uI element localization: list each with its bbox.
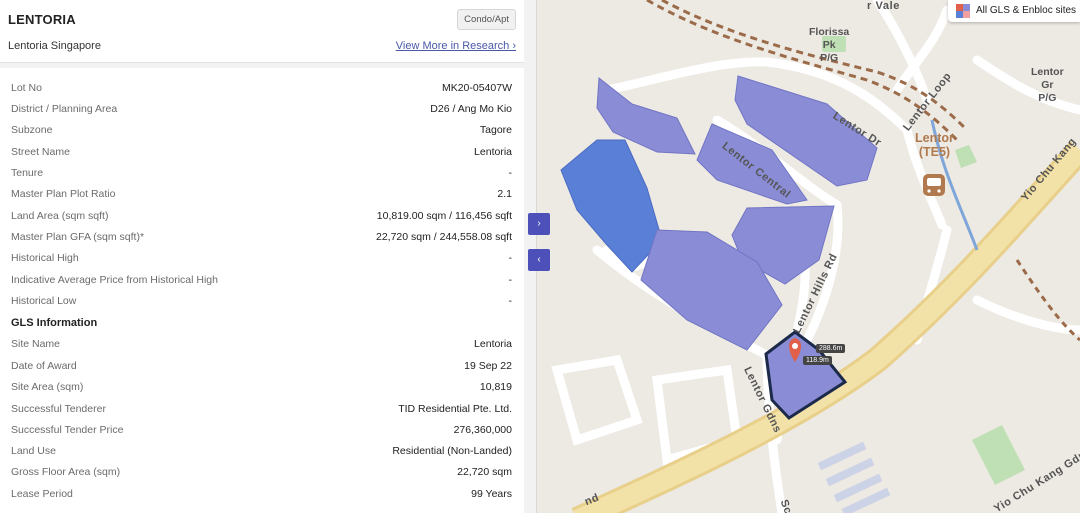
collapse-panel-button[interactable]: ‹ [528,249,550,271]
project-header: LENTORIA Lentoria Singapore Condo/Apt Vi… [0,0,524,63]
gls-value: 99 Years [471,488,512,500]
detail-label: Historical High [11,252,79,264]
detail-label: Indicative Average Price from Historical… [11,274,218,286]
detail-label: Subzone [11,124,53,136]
gls-label: Successful Tenderer [11,403,106,415]
gls-row: Date of Award 19 Sep 22 [0,356,524,377]
detail-row: Historical High - [0,248,524,269]
place-label-florissa: Florissa Pk P/G [809,26,849,65]
place-line: Pk [822,39,836,51]
gls-label: Successful Tender Price [11,424,124,436]
detail-row: Master Plan Plot Ratio 2.1 [0,184,524,205]
detail-row: District / Planning Area D26 / Ang Mo Ki… [0,99,524,120]
detail-value: Lentoria [474,146,512,158]
gls-value: Lentoria [474,338,512,350]
gls-row: Land Use Residential (Non-Landed) [0,441,524,462]
gls-row: Site Area (sqm) 10,819 [0,377,524,398]
gls-value: 276,360,000 [453,424,512,436]
gls-value: 19 Sep 22 [464,360,512,372]
detail-value: - [508,167,513,179]
detail-label: Master Plan Plot Ratio [11,188,116,200]
detail-value: Tagore [479,124,512,136]
details-panel: LENTORIA Lentoria Singapore Condo/Apt Vi… [0,0,537,513]
detail-label: Land Area (sqm sqft) [11,210,109,222]
gls-row: Site Name Lentoria [0,334,524,355]
project-title: LENTORIA [8,12,76,27]
gls-toggle-label: All GLS & Enbloc sites [976,5,1077,16]
property-type-badge: Condo/Apt [457,9,516,30]
road-label-vale: r Vale [867,0,900,12]
detail-label: Lot No [11,82,42,94]
gls-section-heading: GLS Information [11,317,98,329]
map-view[interactable]: All GLS & Enbloc sites Lentor (TE5) Flor… [537,0,1080,513]
project-subtitle: Lentoria Singapore [8,40,101,52]
gls-label: Site Area (sqm) [11,381,84,393]
mrt-train-icon [923,174,945,196]
detail-value: - [508,274,513,286]
place-line: Lentor [1031,66,1064,78]
detail-label: Street Name [11,146,70,158]
place-line: P/G [1038,92,1057,104]
gls-label: Land Use [11,445,56,457]
detail-row: Indicative Average Price from Historical… [0,270,524,291]
gls-row: Lease Period 99 Years [0,484,524,505]
gls-value: 22,720 sqm [457,466,512,478]
gls-value: Residential (Non-Landed) [392,445,512,457]
detail-label: Master Plan GFA (sqm sqft)* [11,231,145,243]
distance-badge: 288.6m [816,344,846,353]
detail-label: Historical Low [11,295,77,307]
gls-value: TID Residential Pte. Ltd. [398,403,512,415]
detail-row: Tenure - [0,163,524,184]
detail-label: Tenure [11,167,44,179]
map-canvas[interactable] [537,0,1080,513]
gls-label: Site Name [11,338,61,350]
gls-enbloc-toggle[interactable]: All GLS & Enbloc sites [948,0,1080,22]
place-label-lentor-gr: Lentor Gr P/G [1031,66,1064,105]
detail-value: D26 / Ang Mo Kio [430,103,512,115]
mrt-name: Lentor [915,131,954,145]
detail-row: Lot No MK20-05407W [0,78,524,99]
detail-row: Street Name Lentoria [0,142,524,163]
detail-value: - [508,252,513,264]
details-card: Lot No MK20-05407W District / Planning A… [0,68,524,513]
gls-row: Successful Tenderer TID Residential Pte.… [0,399,524,420]
detail-value: 10,819.00 sqm / 116,456 sqft [376,210,512,222]
detail-row: Land Area (sqm sqft) 10,819.00 sqm / 116… [0,206,524,227]
distance-badge: 118.9m [803,356,832,365]
gls-label: Gross Floor Area (sqm) [11,466,121,478]
gls-label: Lease Period [11,488,73,500]
place-line: Florissa [809,26,850,38]
place-line: Gr [1041,79,1054,91]
detail-row: Subzone Tagore [0,120,524,141]
detail-row: Master Plan GFA (sqm sqft)* 22,720 sqm /… [0,227,524,248]
detail-row: Historical Low - [0,291,524,312]
expand-panel-button[interactable]: › [528,213,550,235]
gls-row: Gross Floor Area (sqm) 22,720 sqm [0,462,524,483]
place-line: P/G [820,52,839,64]
view-research-link[interactable]: View More in Research › [396,40,516,52]
detail-label: District / Planning Area [11,103,118,115]
mrt-station-label: Lentor (TE5) [915,131,954,159]
detail-value: 2.1 [497,188,512,200]
gls-label: Date of Award [11,360,77,372]
gls-value: 10,819 [479,381,512,393]
mrt-code: (TE5) [918,145,951,159]
detail-value: - [508,295,513,307]
layers-icon [956,4,970,18]
detail-value: 22,720 sqm / 244,558.08 sqft [375,231,512,243]
detail-value: MK20-05407W [441,82,512,94]
gls-row: Successful Tender Price 276,360,000 [0,420,524,441]
